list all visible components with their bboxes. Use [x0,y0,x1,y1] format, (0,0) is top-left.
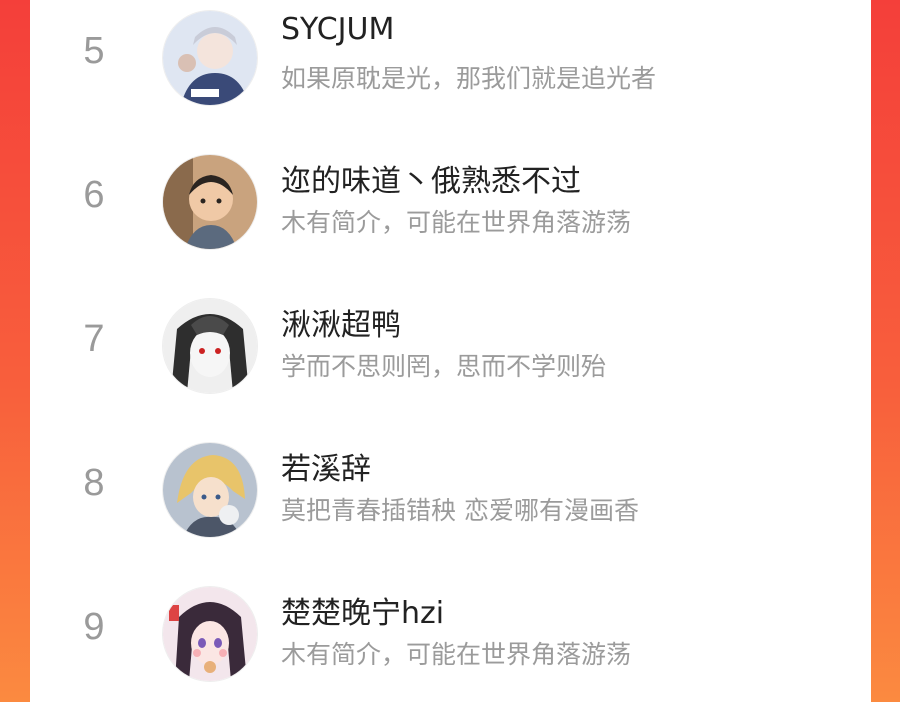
user-bio: 莫把青春插错秧 恋爱哪有漫画香 [281,496,639,525]
anime-boy-avatar-icon [163,11,257,105]
ranking-row[interactable]: 9 楚楚晚宁hzi 木有简介，可能在世界角落游荡 [30,578,871,688]
ranking-card: 5 SYCJUM 如果原耽是光，那我们就是追光者 6 迩的味道丶俄熟悉不过 木有… [30,0,871,702]
ranking-row[interactable]: 8 若溪辞 莫把青春插错秧 恋爱哪有漫画香 [30,434,871,544]
user-avatar[interactable] [162,10,258,106]
rank-number: 7 [83,318,105,360]
user-avatar[interactable] [162,586,258,682]
ranking-row[interactable]: 5 SYCJUM 如果原耽是光，那我们就是追光者 [30,2,871,112]
anime-girl-avatar-icon [163,587,257,681]
user-bio: 木有简介，可能在世界角落游荡 [281,640,632,669]
user-name: 迩的味道丶俄熟悉不过 [281,164,581,199]
user-avatar[interactable] [162,298,258,394]
anime-grayscale-avatar-icon [163,299,257,393]
child-photo-avatar-icon [163,155,257,249]
user-name: SYCJUM [281,12,395,47]
user-name: 楚楚晚宁hzi [281,596,445,631]
rank-number: 8 [83,462,105,504]
user-bio: 木有简介，可能在世界角落游荡 [281,208,632,237]
rank-number: 6 [83,174,105,216]
user-name: 若溪辞 [281,452,371,487]
user-avatar[interactable] [162,154,258,250]
ranking-row[interactable]: 6 迩的味道丶俄熟悉不过 木有简介，可能在世界角落游荡 [30,146,871,256]
ranking-row[interactable]: 7 湫湫超鸭 学而不思则罔，思而不学则殆 [30,290,871,400]
rank-number: 9 [83,606,105,648]
anime-blond-avatar-icon [163,443,257,537]
user-name: 湫湫超鸭 [281,308,401,343]
rank-number: 5 [83,30,105,72]
user-bio: 学而不思则罔，思而不学则殆 [281,352,607,381]
user-avatar[interactable] [162,442,258,538]
user-bio: 如果原耽是光，那我们就是追光者 [281,64,657,93]
